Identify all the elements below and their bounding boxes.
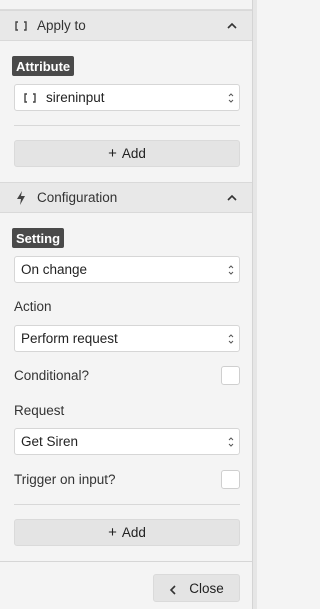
plus-icon: + xyxy=(108,524,117,541)
configuration-header[interactable]: Configuration xyxy=(0,182,252,213)
close-button[interactable]: Close xyxy=(153,574,240,602)
add-button-label: Add xyxy=(121,146,146,161)
chevron-left-icon xyxy=(169,583,177,595)
attribute-value: sireninput xyxy=(46,90,105,105)
apply-to-header[interactable]: Apply to xyxy=(0,10,252,41)
conditional-label: Conditional? xyxy=(14,368,90,383)
action-label: Action xyxy=(14,299,52,314)
chevron-up-icon[interactable] xyxy=(226,192,238,204)
divider xyxy=(14,125,240,126)
request-label: Request xyxy=(14,403,65,418)
select-arrows-icon xyxy=(228,264,234,276)
apply-add-button[interactable]: + Add xyxy=(14,140,240,167)
trigger-checkbox[interactable] xyxy=(221,470,240,489)
close-label: Close xyxy=(189,580,224,596)
request-select[interactable]: Get Siren xyxy=(14,428,240,455)
properties-panel: Apply to Attribute sireninput + Add Conf… xyxy=(0,0,252,609)
lightning-icon xyxy=(14,190,28,205)
add-button-label: Add xyxy=(121,525,146,540)
config-add-button[interactable]: + Add xyxy=(14,519,240,546)
divider xyxy=(14,504,240,505)
select-arrows-icon xyxy=(228,436,234,448)
chevron-up-icon[interactable] xyxy=(226,20,238,32)
bracket-icon xyxy=(14,19,28,33)
bracket-icon xyxy=(23,91,37,105)
action-select[interactable]: Perform request xyxy=(14,325,240,352)
setting-value: On change xyxy=(21,262,88,277)
action-value: Perform request xyxy=(21,331,118,346)
apply-to-title: Apply to xyxy=(37,18,86,33)
request-value: Get Siren xyxy=(21,434,79,449)
configuration-title: Configuration xyxy=(37,190,118,205)
select-arrows-icon xyxy=(228,333,234,345)
conditional-checkbox[interactable] xyxy=(221,366,240,385)
select-arrows-icon xyxy=(228,92,234,104)
top-strip xyxy=(0,0,252,10)
setting-select[interactable]: On change xyxy=(14,256,240,283)
trigger-label: Trigger on input? xyxy=(14,472,116,487)
setting-label: Setting xyxy=(12,228,65,248)
attribute-select[interactable]: sireninput xyxy=(14,84,240,111)
panel-edge xyxy=(252,0,257,609)
attribute-label: Attribute xyxy=(12,56,75,76)
plus-icon: + xyxy=(108,145,117,162)
